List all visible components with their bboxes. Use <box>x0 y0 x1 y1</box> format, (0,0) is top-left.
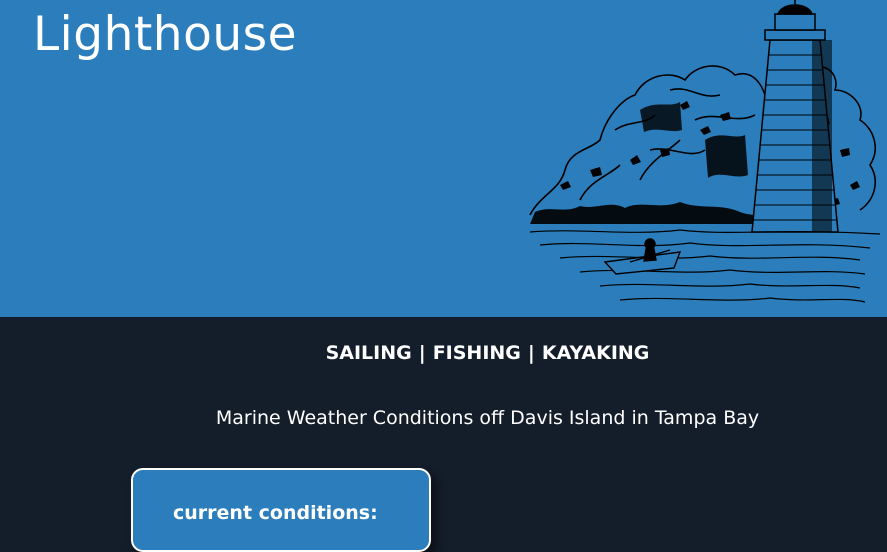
site-title: Lighthouse <box>33 7 298 62</box>
site-header: Lighthouse <box>0 0 887 317</box>
lighthouse-illustration-icon <box>529 0 881 303</box>
nav-link-kayaking[interactable]: KAYAKING <box>542 342 650 364</box>
current-conditions-card: current conditions: <box>131 468 431 552</box>
activity-nav: SAILING | FISHING | KAYAKING <box>0 341 887 365</box>
current-conditions-title: current conditions: <box>173 502 378 524</box>
nav-separator: | <box>527 342 535 364</box>
nav-link-sailing[interactable]: SAILING <box>326 342 412 364</box>
page-subtitle-text: Marine Weather Conditions off Davis Isla… <box>215 407 760 429</box>
nav-link-fishing[interactable]: FISHING <box>433 342 521 364</box>
nav-separator: | <box>418 342 426 364</box>
page-subtitle: Marine Weather Conditions off Davis Isla… <box>0 406 887 430</box>
